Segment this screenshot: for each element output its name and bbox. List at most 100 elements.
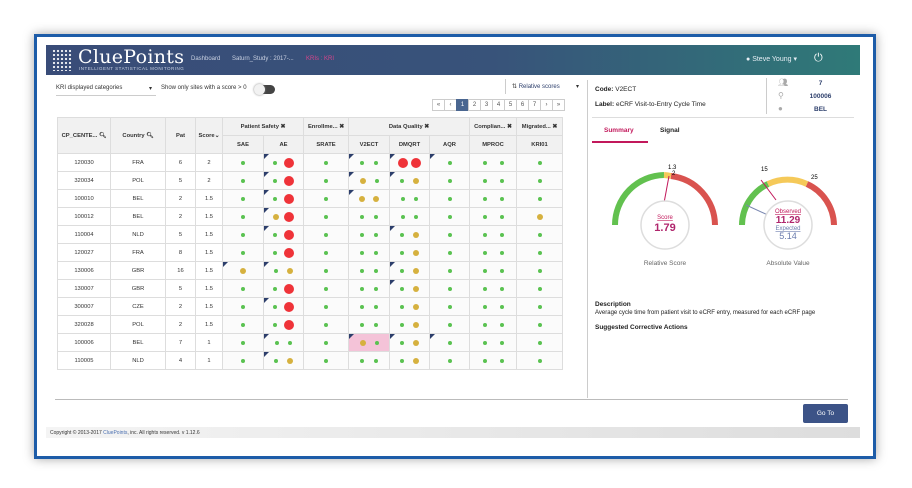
green-signal-dot[interactable]	[447, 160, 452, 165]
green-signal-dot[interactable]	[537, 232, 542, 237]
green-signal-dot[interactable]	[273, 178, 278, 183]
yellow-signal-dot[interactable]	[240, 267, 246, 274]
kri-cell-v2ect[interactable]	[348, 261, 390, 280]
kri-cell-v2ect[interactable]	[348, 243, 390, 262]
kri-cell-sae[interactable]	[222, 207, 264, 226]
kri-cell-srate[interactable]	[303, 351, 349, 370]
green-signal-dot[interactable]	[374, 178, 379, 183]
kri-cell-mproc[interactable]	[469, 261, 517, 280]
user-menu[interactable]: ● Steve Young ▾	[746, 55, 797, 63]
kri-cell-kri01[interactable]	[516, 189, 563, 208]
green-signal-dot[interactable]	[482, 286, 487, 291]
table-row[interactable]: 120027 FRA 8 1.5	[57, 243, 563, 262]
kri-cell-sae[interactable]	[222, 333, 264, 352]
green-signal-dot[interactable]	[324, 322, 328, 327]
kri-cell-kri01[interactable]	[516, 207, 563, 226]
kri-cell-dmqrt[interactable]	[389, 171, 430, 190]
kri-cell-ae[interactable]	[263, 333, 304, 352]
green-signal-dot[interactable]	[482, 322, 487, 327]
green-signal-dot[interactable]	[499, 214, 504, 219]
kri-cell-mproc[interactable]	[469, 333, 517, 352]
logo[interactable]: CluePoints	[78, 46, 184, 68]
kri-categories-select[interactable]: KRI displayed categories ▾	[56, 85, 156, 96]
green-signal-dot[interactable]	[499, 304, 504, 309]
green-signal-dot[interactable]	[273, 304, 278, 309]
green-signal-dot[interactable]	[324, 286, 328, 291]
close-icon[interactable]: ✖	[507, 124, 512, 130]
green-signal-dot[interactable]	[273, 286, 278, 291]
kri-cell-dmqrt[interactable]	[389, 333, 430, 352]
green-signal-dot[interactable]	[374, 304, 378, 309]
kri-cell-v2ect[interactable]	[348, 153, 390, 172]
green-signal-dot[interactable]	[241, 286, 245, 291]
kri-cell-kri01[interactable]	[516, 333, 563, 352]
green-signal-dot[interactable]	[360, 322, 364, 327]
kri-cell-kri01[interactable]	[516, 351, 563, 370]
table-row[interactable]: 120030 FRA 6 2	[57, 153, 563, 172]
kri-header[interactable]: KRI01	[516, 135, 563, 154]
green-signal-dot[interactable]	[274, 268, 279, 273]
green-signal-dot[interactable]	[447, 304, 452, 309]
col-site[interactable]: CP_CENTE... 🔍︎	[57, 117, 111, 154]
kri-cell-srate[interactable]	[303, 225, 349, 244]
green-signal-dot[interactable]	[482, 268, 487, 273]
col-country[interactable]: Country 🔍︎	[110, 117, 166, 154]
kri-cell-v2ect[interactable]	[348, 333, 390, 352]
green-signal-dot[interactable]	[447, 322, 452, 327]
yellow-signal-dot[interactable]	[412, 231, 419, 238]
kri-cell-kri01[interactable]	[516, 225, 563, 244]
table-row[interactable]: 300007 CZE 2 1.5	[57, 297, 563, 316]
green-signal-dot[interactable]	[537, 322, 542, 327]
breadcrumb-study[interactable]: Saturn_Study : 2017-...	[232, 56, 294, 62]
green-signal-dot[interactable]	[400, 286, 405, 291]
kri-header[interactable]: MPROC	[469, 135, 517, 154]
green-signal-dot[interactable]	[324, 250, 328, 255]
green-signal-dot[interactable]	[482, 214, 487, 219]
tab-signal[interactable]: Signal	[660, 127, 680, 134]
green-signal-dot[interactable]	[374, 250, 378, 255]
kri-cell-aqr[interactable]	[429, 243, 470, 262]
kri-header[interactable]: AE	[263, 135, 304, 154]
green-signal-dot[interactable]	[241, 322, 245, 327]
green-signal-dot[interactable]	[537, 304, 542, 309]
red-signal-dot[interactable]	[283, 157, 294, 168]
kri-cell-sae[interactable]	[222, 261, 264, 280]
kri-cell-ae[interactable]	[263, 261, 304, 280]
green-signal-dot[interactable]	[537, 250, 542, 255]
green-signal-dot[interactable]	[447, 196, 452, 201]
kri-cell-sae[interactable]	[222, 153, 264, 172]
green-signal-dot[interactable]	[241, 250, 245, 255]
green-signal-dot[interactable]	[482, 304, 487, 309]
green-signal-dot[interactable]	[374, 322, 378, 327]
green-signal-dot[interactable]	[400, 250, 405, 255]
table-row[interactable]: 320034 POL 5 2	[57, 171, 563, 190]
kri-cell-srate[interactable]	[303, 153, 349, 172]
green-signal-dot[interactable]	[273, 322, 278, 327]
green-signal-dot[interactable]	[499, 160, 504, 165]
green-signal-dot[interactable]	[324, 268, 328, 273]
green-signal-dot[interactable]	[447, 340, 452, 345]
green-signal-dot[interactable]	[241, 196, 245, 201]
green-signal-dot[interactable]	[374, 286, 378, 291]
kri-cell-sae[interactable]	[222, 351, 264, 370]
kri-cell-sae[interactable]	[222, 243, 264, 262]
kri-cell-dmqrt[interactable]	[389, 297, 430, 316]
green-signal-dot[interactable]	[273, 160, 278, 165]
kri-cell-kri01[interactable]	[516, 171, 563, 190]
kri-cell-mproc[interactable]	[469, 243, 517, 262]
green-signal-dot[interactable]	[400, 196, 405, 201]
green-signal-dot[interactable]	[400, 340, 405, 345]
kri-cell-aqr[interactable]	[429, 351, 470, 370]
green-signal-dot[interactable]	[499, 232, 504, 237]
green-signal-dot[interactable]	[374, 232, 378, 237]
green-signal-dot[interactable]	[274, 340, 279, 345]
green-signal-dot[interactable]	[360, 268, 364, 273]
kri-cell-v2ect[interactable]	[348, 279, 390, 298]
kri-cell-v2ect[interactable]	[348, 207, 390, 226]
green-signal-dot[interactable]	[499, 268, 504, 273]
green-signal-dot[interactable]	[360, 160, 364, 165]
green-signal-dot[interactable]	[400, 232, 405, 237]
green-signal-dot[interactable]	[537, 268, 542, 273]
green-signal-dot[interactable]	[274, 358, 279, 363]
green-signal-dot[interactable]	[360, 232, 364, 237]
